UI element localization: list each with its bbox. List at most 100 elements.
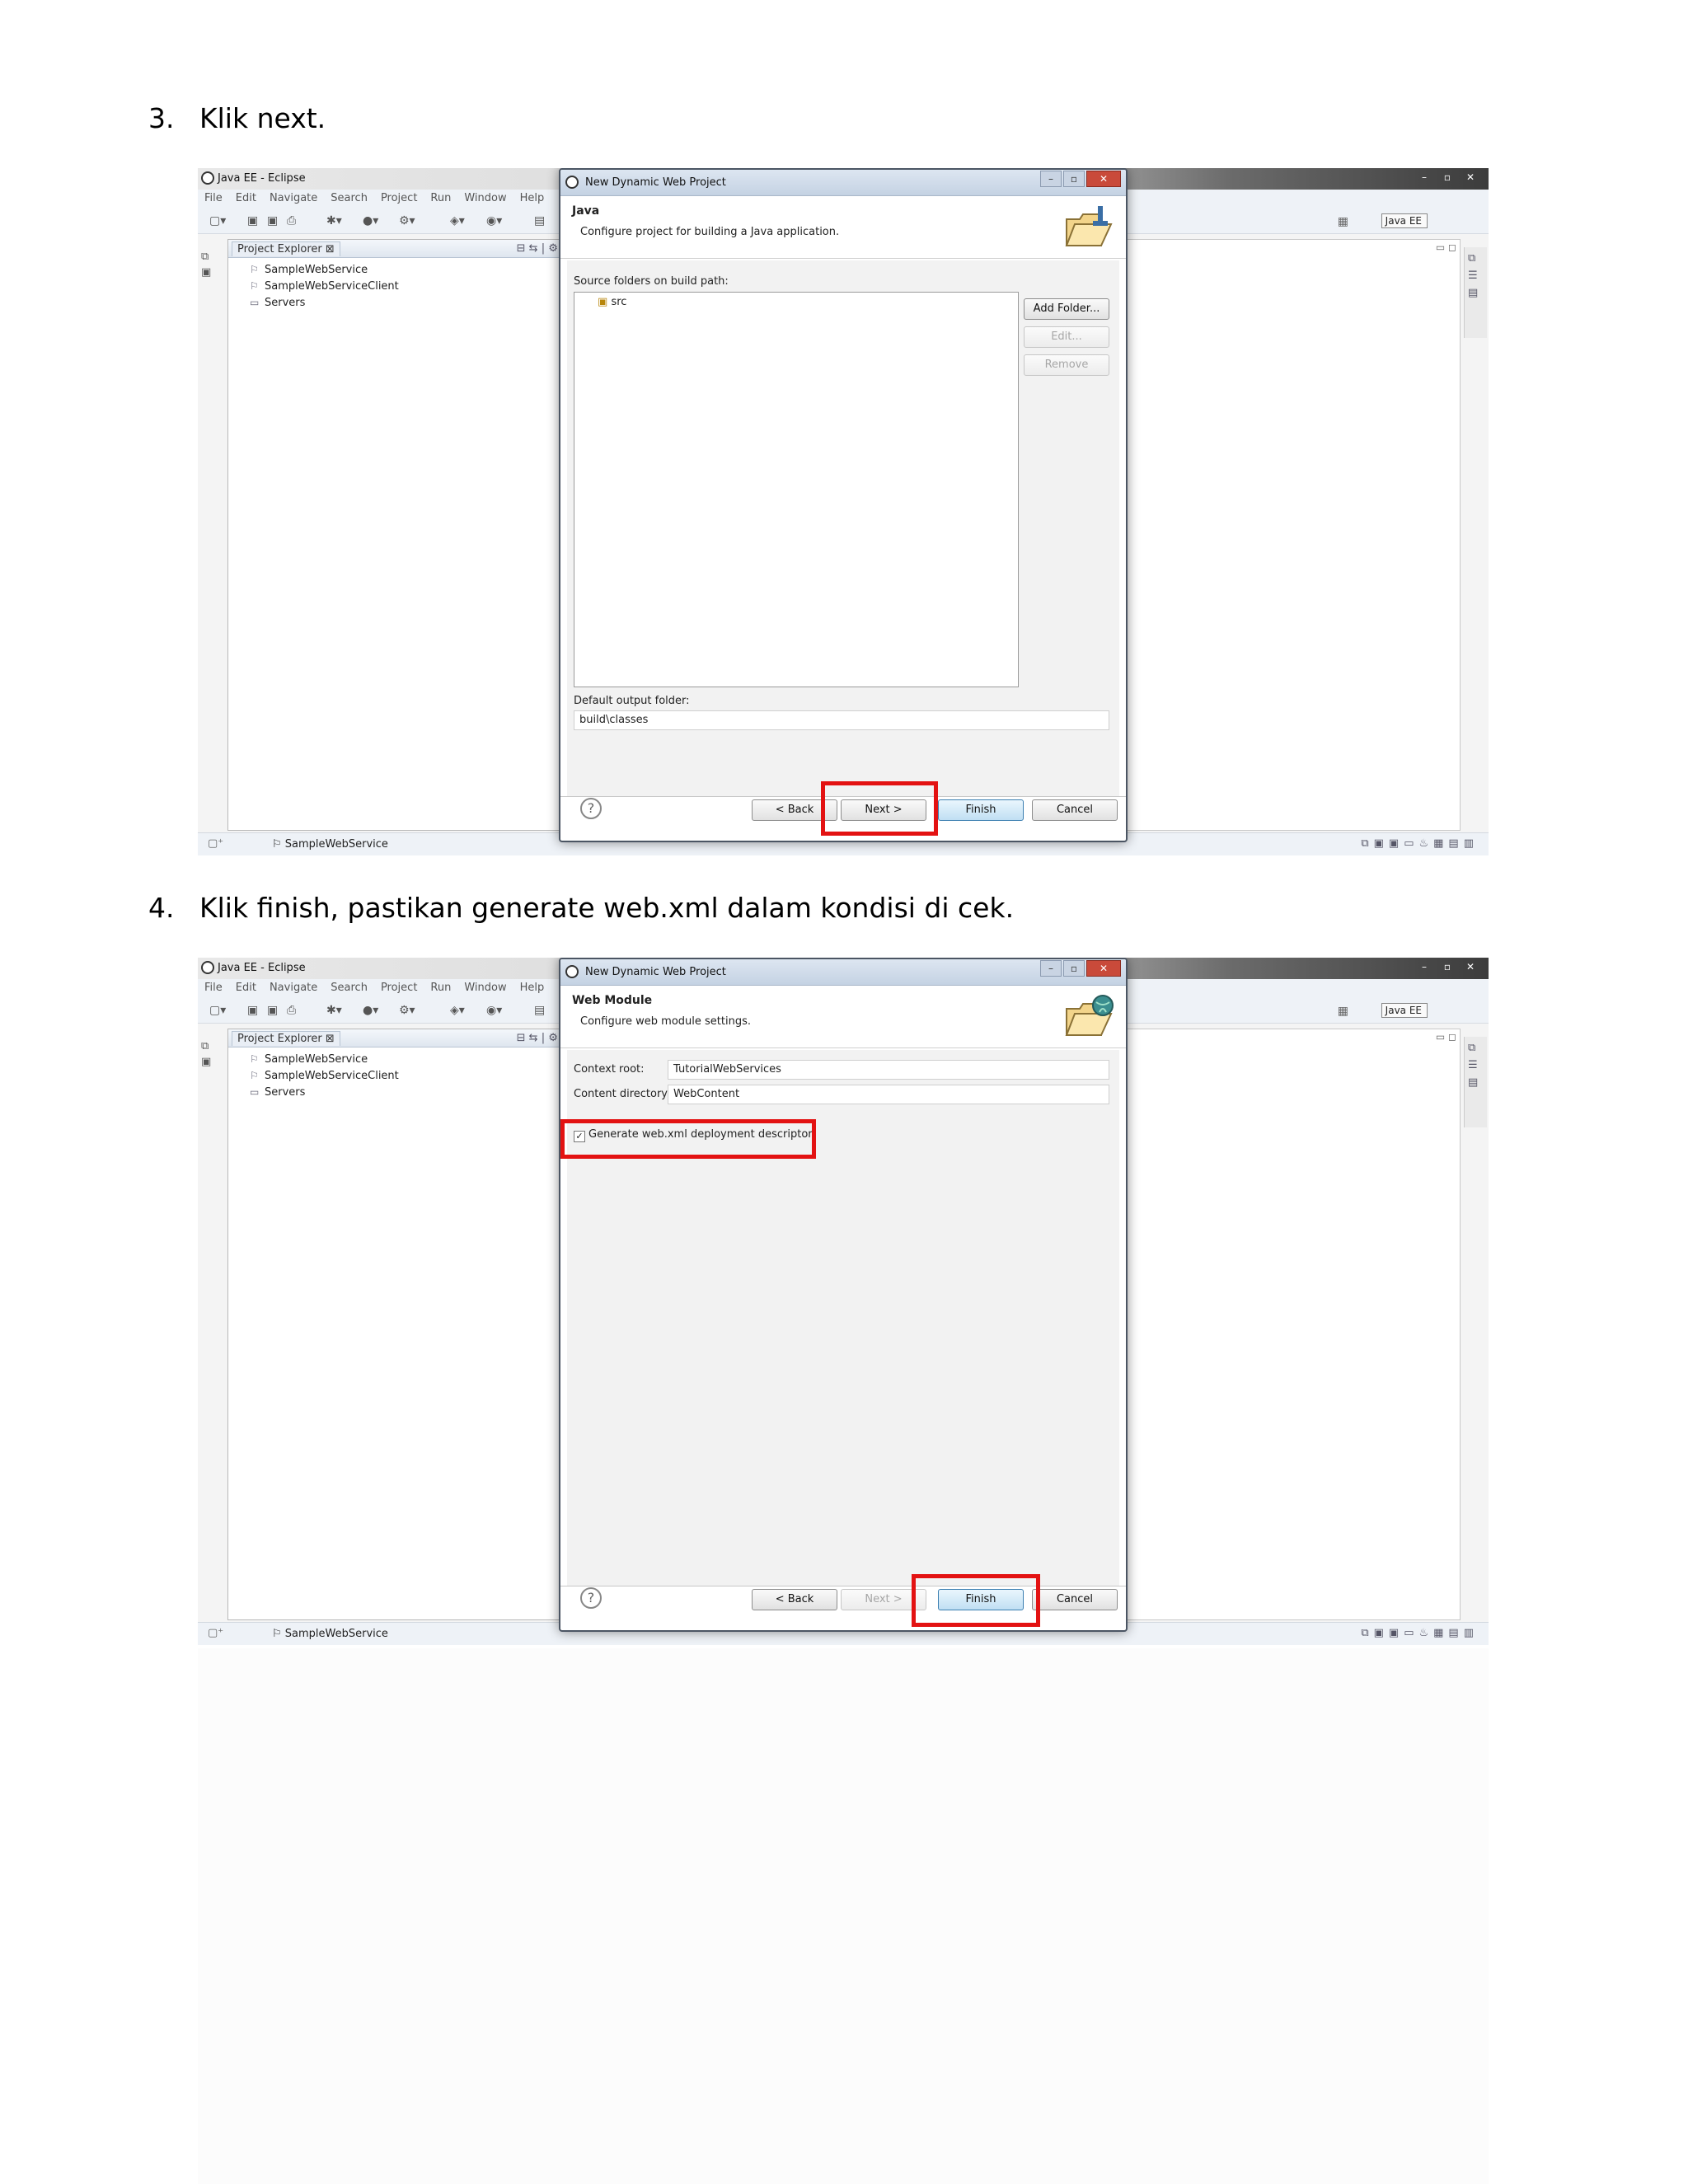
menu-edit[interactable]: Edit [236,190,256,208]
tree-item[interactable]: ⚐ SampleWebServiceClient [250,278,573,294]
web-browser-icon[interactable]: ◉▾ [486,214,502,227]
add-folder-button[interactable]: Add Folder... [1024,298,1109,320]
restore-icon[interactable]: ⧉ [201,251,224,263]
print-icon[interactable]: ⎙ [287,214,296,227]
finish-button[interactable]: Finish [938,799,1024,821]
minimize-maximize-icon[interactable]: ▭ ◻ [1436,241,1456,253]
restore-icon[interactable]: ⧉ [1468,1042,1484,1054]
debug-icon[interactable]: ✱▾ [326,214,342,227]
restore-icon[interactable]: ⧉ [201,1040,224,1052]
external-tools-icon[interactable]: ⚙▾ [399,214,415,227]
new-dynamic-web-project-dialog: New Dynamic Web Project – ▫ ✕ Java Configu… [559,168,1128,842]
menu-navigate[interactable]: Navigate [270,979,317,997]
tree-item[interactable]: ▭ Servers [250,1084,573,1100]
menu-run[interactable]: Run [430,190,451,208]
save-icon[interactable]: ▣ [247,214,258,227]
step-number: 3. [148,102,175,134]
new-server-icon[interactable]: ◈▾ [450,1004,465,1017]
perspective-java-ee[interactable]: Java EE [1381,213,1428,228]
help-icon[interactable]: ? [580,1587,602,1609]
eclipse-logo-icon [565,965,579,978]
close-icon[interactable]: ✕ [1086,171,1121,187]
web-browser-icon[interactable]: ◉▾ [486,1004,502,1017]
menu-help[interactable]: Help [520,979,545,997]
menu-help[interactable]: Help [520,190,545,208]
menu-window[interactable]: Window [464,190,506,208]
cancel-button[interactable]: Cancel [1032,799,1118,821]
minimize-icon[interactable]: – [1414,170,1434,185]
save-all-icon[interactable]: ▣ [267,1004,278,1017]
maximize-icon[interactable]: ▫ [1063,960,1085,977]
explorer-icon[interactable]: ▣ [201,266,224,279]
open-perspective-icon[interactable]: ▦ [1338,1005,1348,1018]
content-directory-field[interactable]: WebContent [668,1085,1109,1104]
tab-project-explorer[interactable]: Project Explorer ⊠ [232,1031,340,1046]
new-icon[interactable]: ▢▾ [209,214,226,227]
minimize-icon[interactable]: – [1040,171,1062,187]
run-icon[interactable]: ●▾ [363,1004,378,1017]
edit-button[interactable]: Edit... [1024,326,1109,348]
status-view-icons[interactable]: ⧉▣▣▭♨▦▤▥ [1361,1627,1479,1639]
tab-project-explorer[interactable]: Project Explorer ⊠ [232,241,340,256]
open-perspective-icon[interactable]: ▦ [1338,215,1348,228]
close-icon[interactable]: ✕ [1461,170,1480,185]
perspective-java-ee[interactable]: Java EE [1381,1003,1428,1018]
maximize-icon[interactable]: ▫ [1063,171,1085,187]
outline-icon[interactable]: ☰ [1468,269,1484,282]
open-type-icon[interactable]: ▤ [534,214,545,227]
external-tools-icon[interactable]: ⚙▾ [399,1004,415,1017]
run-icon[interactable]: ●▾ [363,214,378,227]
menu-window[interactable]: Window [464,979,506,997]
minimize-icon[interactable]: – [1414,959,1434,974]
fast-view-icon[interactable]: ▢⁺ [208,1627,223,1639]
save-all-icon[interactable]: ▣ [267,214,278,227]
cancel-button[interactable]: Cancel [1032,1589,1118,1610]
task-list-icon[interactable]: ▤ [1468,1076,1484,1089]
output-folder-field[interactable]: build\classes [574,710,1109,730]
open-type-icon[interactable]: ▤ [534,1004,545,1017]
fast-view-icon[interactable]: ▢⁺ [208,837,223,850]
tree-item[interactable]: ⚐ SampleWebService [250,261,573,278]
menu-search[interactable]: Search [331,190,368,208]
highlight-next-button [821,781,938,836]
minimize-maximize-icon[interactable]: ▭ ◻ [1436,1031,1456,1043]
tree-item[interactable]: ⚐ SampleWebServiceClient [250,1067,573,1084]
source-folders-list[interactable]: ▣ src [574,292,1019,687]
remove-button[interactable]: Remove [1024,354,1109,376]
new-server-icon[interactable]: ◈▾ [450,214,465,227]
dialog-title: New Dynamic Web Project [585,176,726,189]
minimize-icon[interactable]: – [1040,960,1062,977]
save-icon[interactable]: ▣ [247,1004,258,1017]
maximize-icon[interactable]: ▫ [1437,959,1457,974]
outline-icon[interactable]: ☰ [1468,1059,1484,1071]
debug-icon[interactable]: ✱▾ [326,1004,342,1017]
close-icon[interactable]: ✕ [1461,959,1480,974]
maximize-icon[interactable]: ▫ [1437,170,1457,185]
help-icon[interactable]: ? [580,798,602,819]
close-icon[interactable]: ✕ [1086,960,1121,977]
print-icon[interactable]: ⎙ [287,1004,296,1017]
menu-project[interactable]: Project [381,190,417,208]
new-icon[interactable]: ▢▾ [209,1004,226,1017]
context-root-field[interactable]: TutorialWebServices [668,1060,1109,1080]
project-icon: ⚐ [250,1070,259,1081]
folder-icon: ▭ [250,297,260,308]
menu-project[interactable]: Project [381,979,417,997]
tree-item[interactable]: ⚐ SampleWebService [250,1051,573,1067]
menu-search[interactable]: Search [331,979,368,997]
menu-run[interactable]: Run [430,979,451,997]
menu-navigate[interactable]: Navigate [270,190,317,208]
menu-file[interactable]: File [204,190,223,208]
menu-file[interactable]: File [204,979,223,997]
menu-edit[interactable]: Edit [236,979,256,997]
new-dynamic-web-project-dialog: New Dynamic Web Project – ▫ ✕ Web Module C… [559,958,1128,1632]
restore-icon[interactable]: ⧉ [1468,252,1484,265]
back-button[interactable]: < Back [752,1589,837,1610]
step-4-instruction: 4. Klik finish, pastikan generate web.xml… [148,892,1014,924]
task-list-icon[interactable]: ▤ [1468,287,1484,299]
status-view-icons[interactable]: ⧉▣▣▭♨▦▤▥ [1361,837,1479,850]
explorer-icon[interactable]: ▣ [201,1056,224,1068]
tree-item[interactable]: ▭ Servers [250,294,573,311]
wizard-body: Source folders on build path: ▣ src Add … [567,260,1119,796]
list-item[interactable]: ▣ src [574,293,1018,308]
